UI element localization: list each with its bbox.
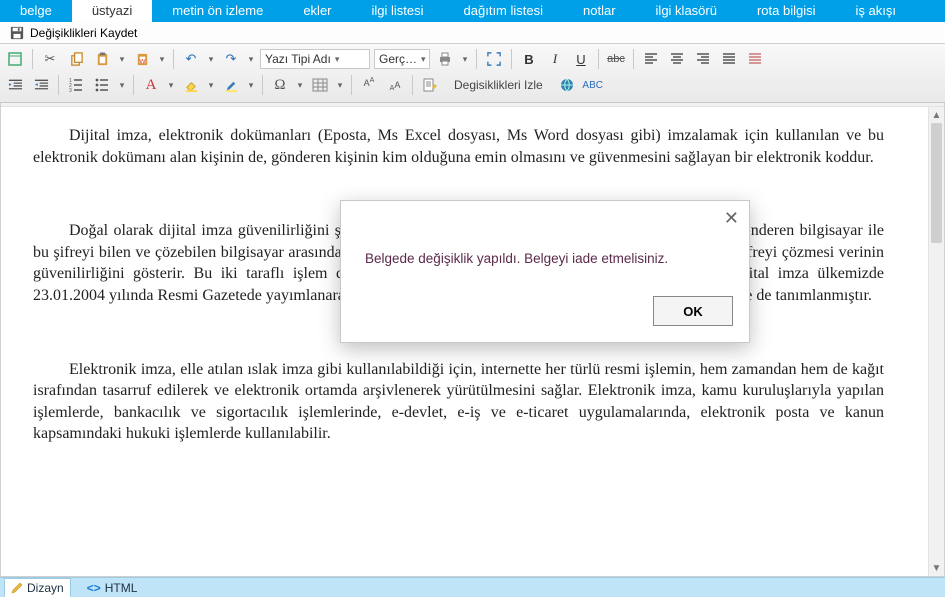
insert-table-icon[interactable] [309,74,331,96]
vertical-scrollbar[interactable]: ▲ ▼ [928,107,944,576]
svg-text:W: W [139,58,146,65]
outdent-icon[interactable] [30,74,52,96]
redo-dropdown[interactable]: ▾ [246,48,256,70]
print-dropdown[interactable]: ▾ [460,48,470,70]
print-icon[interactable] [434,48,456,70]
tab-ilgi-listesi[interactable]: ilgi listesi [352,0,444,22]
mode-html-label: HTML [105,581,138,595]
tab-dagitim-listesi[interactable]: dağıtım listesi [444,0,563,22]
main-tabs: belge üstyazi metin ön izleme ekler ilgi… [0,0,945,22]
track-changes-label: Degisiklikleri Izle [454,78,543,92]
scroll-up-icon[interactable]: ▲ [929,107,945,123]
paste-special-dropdown[interactable]: ▾ [157,48,167,70]
mode-design-tab[interactable]: Dizayn [4,578,71,597]
strike-button[interactable]: abc [605,48,627,70]
underline-button[interactable]: U [570,48,592,70]
print-layout-icon[interactable] [4,48,26,70]
indent-icon[interactable] [4,74,26,96]
alert-message: Belgede değişiklik yapıldı. Belgeyi iade… [341,201,749,286]
italic-button[interactable]: I [544,48,566,70]
dialog-footer: OK [341,286,749,342]
hyperlink-icon[interactable] [556,74,578,96]
paragraph-1: Dijital imza, elektronik dokümanları (Ep… [33,125,884,168]
tab-ilgi-klasoru[interactable]: ilgi klasörü [636,0,737,22]
align-center-icon[interactable] [666,48,688,70]
superscript-icon[interactable]: AA [358,74,380,96]
tab-rota-bilgisi[interactable]: rota bilgisi [737,0,836,22]
track-changes-button[interactable]: Degisiklikleri Izle [445,74,552,96]
code-icon: <> [87,581,101,595]
svg-text:3: 3 [69,88,72,92]
unordered-list-icon[interactable] [91,74,113,96]
redo-icon[interactable]: ↷ [220,48,242,70]
paste-special-icon[interactable]: W [131,48,153,70]
tab-metin-on-izleme[interactable]: metin ön izleme [152,0,283,22]
editor-mode-tabs: Dizayn <> HTML [0,577,945,597]
align-none-icon[interactable] [744,48,766,70]
fullscreen-icon[interactable] [483,48,505,70]
list-dropdown[interactable]: ▾ [117,74,127,96]
paragraph-3: Elektronik imza, elle atılan ıslak imza … [33,359,884,445]
paste-icon[interactable] [91,48,113,70]
font-family-select[interactable]: Yazı Tipi Adı ▾ [260,49,370,69]
toolbar-row-1: ✂ ▾ W ▾ ↶ ▾ ↷ ▾ Yazı Tipi Adı ▾ Gerç… ▾ … [4,46,941,72]
cut-icon[interactable]: ✂ [39,48,61,70]
align-justify-icon[interactable] [718,48,740,70]
font-family-value: Yazı Tipi Adı [265,52,331,66]
save-bar: Değişiklikleri Kaydet [0,22,945,44]
track-changes-options-icon[interactable] [419,74,441,96]
tab-is-akisi[interactable]: iş akışı [836,0,916,22]
highlight-dropdown[interactable]: ▾ [246,74,256,96]
align-right-icon[interactable] [692,48,714,70]
save-icon [10,26,24,40]
font-size-value: Gerç… [379,52,417,66]
save-changes-label: Değişiklikleri Kaydet [30,26,137,40]
alert-dialog: ✕ Belgede değişiklik yapıldı. Belgeyi ia… [340,200,750,343]
paste-dropdown[interactable]: ▾ [117,48,127,70]
editor-toolbar: ✂ ▾ W ▾ ↶ ▾ ↷ ▾ Yazı Tipi Adı ▾ Gerç… ▾ … [0,44,945,103]
fill-color-icon[interactable] [180,74,202,96]
ok-button[interactable]: OK [653,296,733,326]
spellcheck-icon[interactable]: ABC [582,74,604,96]
highlight-icon[interactable] [220,74,242,96]
symbol-dropdown[interactable]: ▾ [295,74,305,96]
scroll-track[interactable] [929,123,944,560]
close-icon[interactable]: ✕ [724,209,739,227]
undo-icon[interactable]: ↶ [180,48,202,70]
save-changes-button[interactable]: Değişiklikleri Kaydet [4,24,143,42]
undo-dropdown[interactable]: ▾ [206,48,216,70]
symbol-button[interactable]: Ω [269,74,291,96]
fill-color-dropdown[interactable]: ▾ [206,74,216,96]
ordered-list-icon[interactable]: 123 [65,74,87,96]
pencil-icon [11,582,23,594]
bold-button[interactable]: B [518,48,540,70]
table-dropdown[interactable]: ▾ [335,74,345,96]
font-color-dropdown[interactable]: ▾ [166,74,176,96]
copy-icon[interactable] [65,48,87,70]
toolbar-row-2: 123 ▾ A ▾ ▾ ▾ Ω ▾ ▾ AA AA Degisiklikleri… [4,72,941,98]
tab-ustyazi[interactable]: üstyazi [72,0,152,22]
mode-html-tab[interactable]: <> HTML [81,581,144,595]
subscript-icon[interactable]: AA [384,74,406,96]
font-color-button[interactable]: A [140,74,162,96]
tab-belge[interactable]: belge [0,0,72,22]
scroll-down-icon[interactable]: ▼ [929,560,945,576]
mode-design-label: Dizayn [27,581,64,595]
scroll-thumb[interactable] [931,123,942,243]
font-size-select[interactable]: Gerç… ▾ [374,49,430,69]
tab-notlar[interactable]: notlar [563,0,636,22]
align-left-icon[interactable] [640,48,662,70]
tab-ekler[interactable]: ekler [283,0,351,22]
